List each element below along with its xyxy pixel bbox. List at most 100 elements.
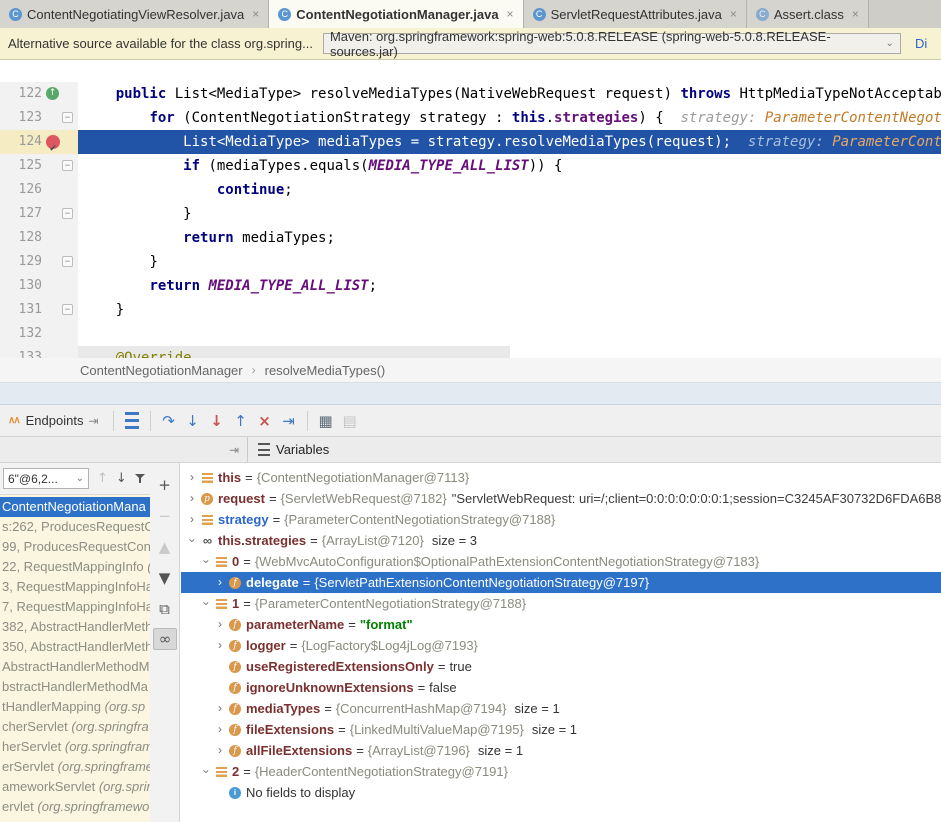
breadcrumb-item[interactable]: ContentNegotiationManager bbox=[80, 363, 243, 378]
fold-marker-icon[interactable]: − bbox=[62, 208, 73, 219]
expander-icon[interactable]: › bbox=[196, 765, 217, 779]
step-into-icon[interactable]: ↓ bbox=[181, 412, 205, 430]
stack-frame-item[interactable]: erServlet (org.springframe bbox=[0, 757, 150, 777]
stack-frame-item[interactable]: ContentNegotiationMana bbox=[0, 497, 150, 517]
fold-marker-icon[interactable]: − bbox=[62, 304, 73, 315]
step-over-icon[interactable]: ↷ bbox=[157, 412, 181, 430]
stack-frame-item[interactable]: 350, AbstractHandlerMetho bbox=[0, 637, 150, 657]
stack-frame-item[interactable]: AbstractHandlerMethodM bbox=[0, 657, 150, 677]
code-line-127[interactable]: 127− } bbox=[0, 202, 941, 226]
stack-frame-item[interactable]: cherServlet (org.springfra bbox=[0, 717, 150, 737]
next-frame-icon[interactable]: ↓ bbox=[116, 471, 127, 486]
variable-row[interactable]: ›this={ContentNegotiationManager@7113} bbox=[181, 467, 941, 488]
code-line-130[interactable]: 130 return MEDIA_TYPE_ALL_LIST; bbox=[0, 274, 941, 298]
move-up-icon[interactable]: ▲ bbox=[150, 535, 179, 559]
variable-row[interactable]: ›∞this.strategies={ArrayList@7120}size =… bbox=[181, 530, 941, 551]
variable-row[interactable]: fignoreUnknownExtensions=false bbox=[181, 677, 941, 698]
override-marker-icon[interactable]: ↑ bbox=[46, 87, 59, 100]
pin-icon[interactable]: ⇥ bbox=[229, 443, 239, 457]
expander-icon[interactable]: › bbox=[196, 597, 217, 611]
code-line-123[interactable]: 123− for (ContentNegotiationStrategy str… bbox=[0, 106, 941, 130]
view-options-icon[interactable] bbox=[125, 412, 139, 429]
layout-settings-icon[interactable]: ▤ bbox=[338, 412, 362, 430]
expander-icon[interactable]: › bbox=[213, 572, 227, 593]
expander-icon[interactable]: › bbox=[196, 555, 217, 569]
code-editor[interactable]: 122↑ public List<MediaType> resolveMedia… bbox=[0, 60, 941, 358]
thread-select[interactable]: 6"@6,2... ⌄ bbox=[3, 468, 89, 489]
disable-link[interactable]: Di bbox=[915, 36, 927, 51]
show-watches-icon[interactable]: ∞ bbox=[153, 628, 177, 650]
variable-row[interactable]: ›fmediaTypes={ConcurrentHashMap@7194}siz… bbox=[181, 698, 941, 719]
code-line-133[interactable]: 133 @Override bbox=[0, 346, 941, 358]
variable-row[interactable]: ›strategy={ParameterContentNegotiationSt… bbox=[181, 509, 941, 530]
expander-icon[interactable]: › bbox=[213, 719, 227, 740]
tab-ContentNegotiatingViewResolver.java[interactable]: CContentNegotiatingViewResolver.java× bbox=[0, 0, 269, 28]
stack-frame-item[interactable]: 3, RequestMappingInfoHa bbox=[0, 577, 150, 597]
expander-icon[interactable]: › bbox=[213, 740, 227, 761]
variable-row[interactable]: ›fparameterName="format" bbox=[181, 614, 941, 635]
breadcrumb-item[interactable]: resolveMediaTypes() bbox=[265, 363, 386, 378]
variable-row[interactable]: ›0={WebMvcAutoConfiguration$OptionalPath… bbox=[181, 551, 941, 572]
fold-marker-icon[interactable]: − bbox=[62, 256, 73, 267]
stack-frame-item[interactable]: s:262, ProducesRequestCo bbox=[0, 517, 150, 537]
variable-row[interactable]: ›1={ParameterContentNegotiationStrategy@… bbox=[181, 593, 941, 614]
expander-icon[interactable]: › bbox=[185, 509, 199, 530]
stack-frame-item[interactable]: tHandlerMapping (org.sp bbox=[0, 697, 150, 717]
tab-ContentNegotiationManager.java[interactable]: CContentNegotiationManager.java× bbox=[269, 0, 523, 28]
expander-icon[interactable]: › bbox=[185, 467, 199, 488]
tab-endpoints[interactable]: ∧∧Endpoints⇥ bbox=[0, 413, 107, 428]
breakpoint-icon[interactable]: ✔ bbox=[46, 135, 60, 149]
stack-frame-item[interactable]: 99, ProducesRequestCond bbox=[0, 537, 150, 557]
fold-marker-icon[interactable]: − bbox=[62, 160, 73, 171]
run-to-cursor-icon[interactable]: ⇥ bbox=[277, 412, 301, 430]
tab-ServletRequestAttributes.java[interactable]: CServletRequestAttributes.java× bbox=[524, 0, 747, 28]
tab-Assert.class[interactable]: CAssert.class× bbox=[747, 0, 869, 28]
variables-tree[interactable]: ›this={ContentNegotiationManager@7113}›p… bbox=[181, 463, 941, 822]
stack-frame-item[interactable]: ameworkServlet (org.sprin bbox=[0, 777, 150, 797]
variable-row[interactable]: ›2={HeaderContentNegotiationStrategy@719… bbox=[181, 761, 941, 782]
code-line-124[interactable]: 124✔ List<MediaType> mediaTypes = strate… bbox=[0, 130, 941, 154]
close-icon[interactable]: × bbox=[852, 7, 859, 21]
evaluate-expression-icon[interactable]: ▦ bbox=[314, 412, 338, 430]
close-icon[interactable]: × bbox=[252, 7, 259, 21]
variable-row[interactable]: ›flogger={LogFactory$Log4jLog@7193} bbox=[181, 635, 941, 656]
code-line-129[interactable]: 129− } bbox=[0, 250, 941, 274]
previous-frame-icon[interactable]: ↑ bbox=[97, 471, 108, 486]
variable-row[interactable]: iNo fields to display bbox=[181, 782, 941, 803]
filter-icon[interactable] bbox=[135, 473, 146, 484]
variables-panel-header[interactable]: Variables bbox=[248, 437, 329, 462]
source-jar-select[interactable]: Maven: org.springframework:spring-web:5.… bbox=[323, 33, 901, 54]
variable-row[interactable]: fuseRegisteredExtensionsOnly=true bbox=[181, 656, 941, 677]
close-icon[interactable]: × bbox=[507, 7, 514, 21]
stack-frame-item[interactable]: ervlet (org.springframewo bbox=[0, 797, 150, 817]
variable-row[interactable]: ›fallFileExtensions={ArrayList@7196}size… bbox=[181, 740, 941, 761]
variable-row[interactable]: ›prequest={ServletWebRequest@7182}"Servl… bbox=[181, 488, 941, 509]
duplicate-icon[interactable]: ⧉ bbox=[150, 597, 179, 621]
stack-frame-item[interactable]: 382, AbstractHandlerMeth bbox=[0, 617, 150, 637]
step-out-icon[interactable]: ↑ bbox=[229, 412, 253, 430]
expander-icon[interactable]: › bbox=[182, 534, 203, 548]
force-step-into-icon[interactable]: ↓ bbox=[205, 412, 229, 430]
stack-frame-item[interactable]: 22, RequestMappingInfo (o bbox=[0, 557, 150, 577]
remove-watch-icon[interactable]: − bbox=[150, 504, 179, 528]
variable-row[interactable]: ›ffileExtensions={LinkedMultiValueMap@71… bbox=[181, 719, 941, 740]
stack-frame-item[interactable]: herServlet (org.springfram bbox=[0, 737, 150, 757]
expander-icon[interactable]: › bbox=[185, 488, 199, 509]
code-line-128[interactable]: 128 return mediaTypes; bbox=[0, 226, 941, 250]
fold-marker-icon[interactable]: − bbox=[62, 112, 73, 123]
code-line-126[interactable]: 126 continue; bbox=[0, 178, 941, 202]
stack-frame-item[interactable]: 7, RequestMappingInfoHa bbox=[0, 597, 150, 617]
expander-icon[interactable]: › bbox=[213, 698, 227, 719]
code-line-125[interactable]: 125− if (mediaTypes.equals(MEDIA_TYPE_AL… bbox=[0, 154, 941, 178]
code-line-122[interactable]: 122↑ public List<MediaType> resolveMedia… bbox=[0, 82, 941, 106]
expander-icon[interactable]: › bbox=[213, 614, 227, 635]
frames-list[interactable]: ContentNegotiationManas:262, ProducesReq… bbox=[0, 497, 150, 822]
add-watch-icon[interactable]: + bbox=[150, 473, 179, 497]
variable-row[interactable]: ›fdelegate={ServletPathExtensionContentN… bbox=[181, 572, 941, 593]
code-line-132[interactable]: 132 bbox=[0, 322, 941, 346]
stack-frame-item[interactable]: bstractHandlerMethodMa bbox=[0, 677, 150, 697]
close-icon[interactable]: × bbox=[730, 7, 737, 21]
move-down-icon[interactable]: ▼ bbox=[150, 566, 179, 590]
code-line-131[interactable]: 131− } bbox=[0, 298, 941, 322]
expander-icon[interactable]: › bbox=[213, 635, 227, 656]
